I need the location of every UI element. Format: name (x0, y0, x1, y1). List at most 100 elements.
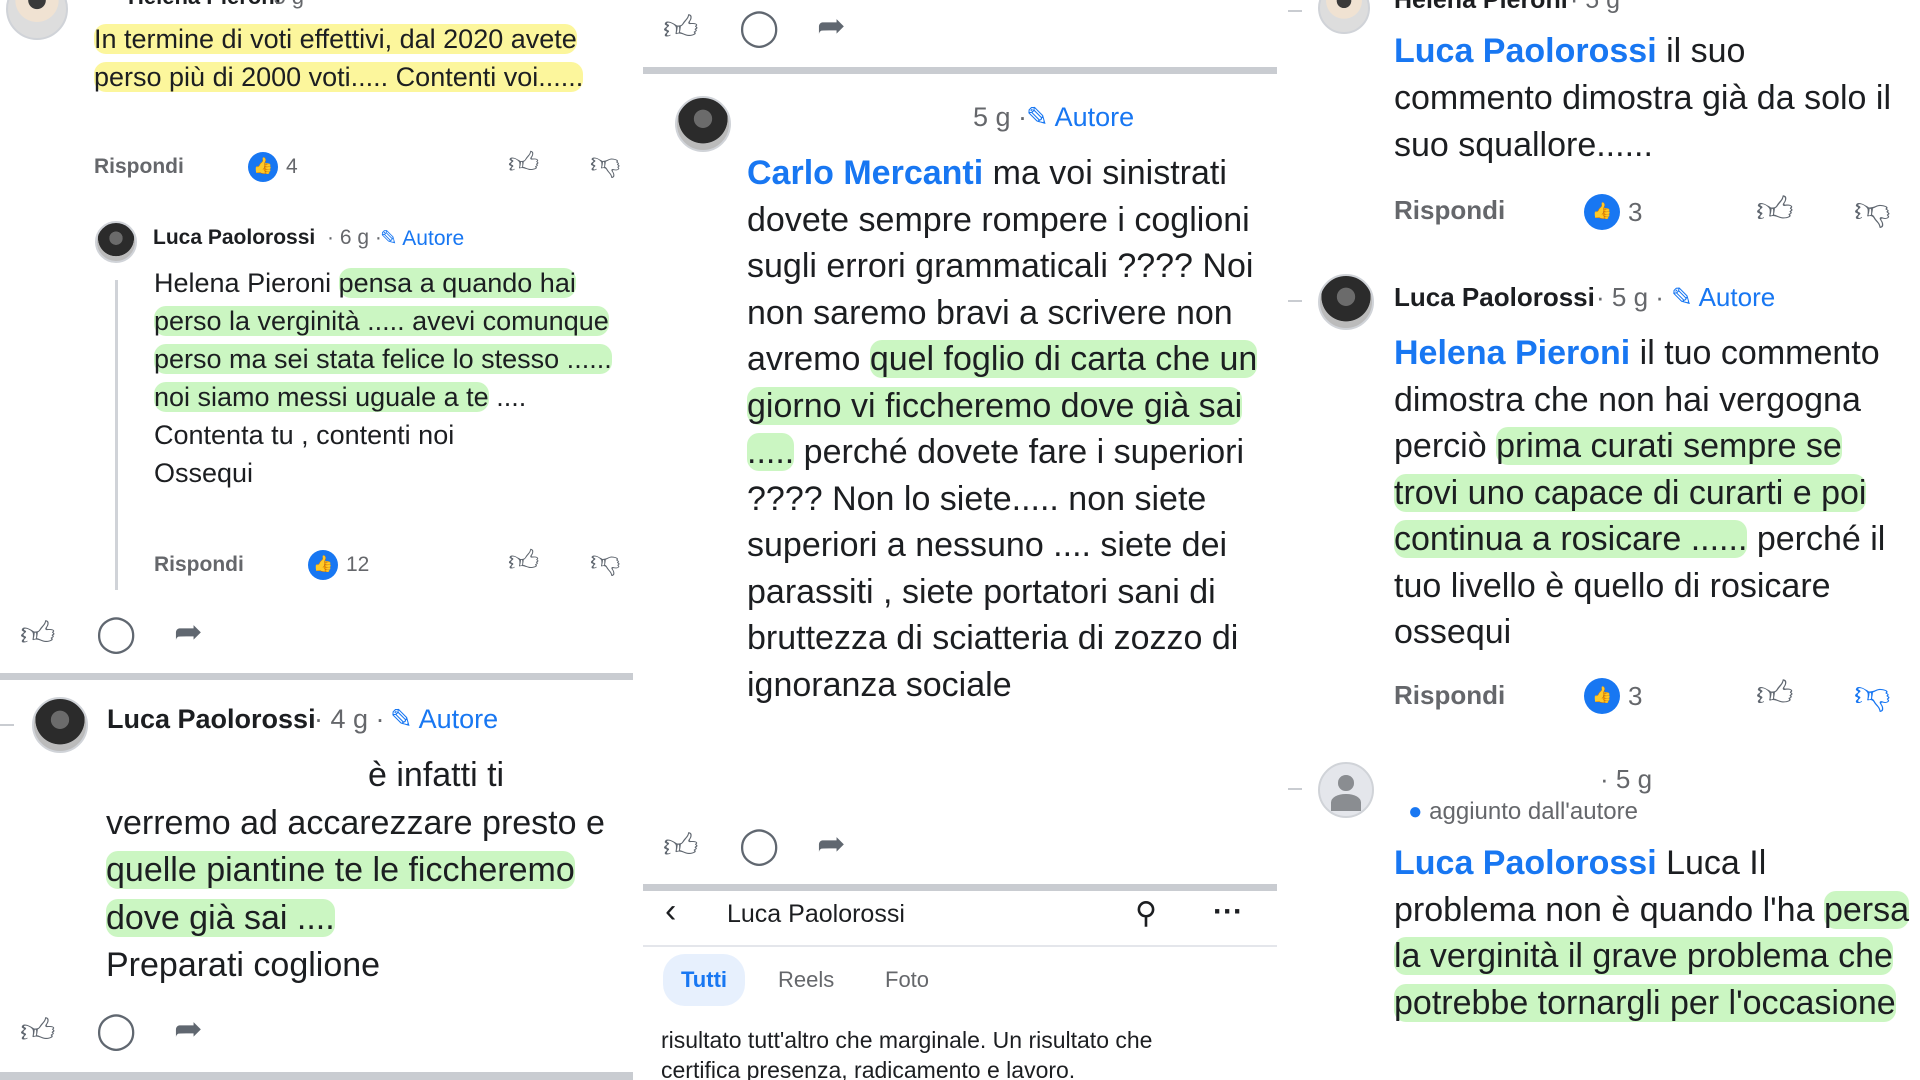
thumb-down-icon[interactable]: 👎︎ (590, 544, 620, 580)
thumb-down-icon[interactable]: 👎︎ (1854, 672, 1891, 716)
text-b: Preparati coglione (106, 946, 381, 984)
thumb-up-icon[interactable]: 👍︎ (1756, 672, 1794, 716)
share-icon[interactable]: ➦ (817, 824, 846, 864)
comment-text: Luca Paolorossi Luca Il problema non è q… (1394, 840, 1914, 1026)
reaction-count[interactable]: 👍 3 (1584, 678, 1642, 714)
author-badge: ✎ Autore (380, 226, 464, 251)
comment-icon[interactable]: ◯ (96, 1009, 136, 1051)
thumb-up-icon: 👍 (1584, 194, 1620, 230)
tab-foto[interactable]: Foto (867, 954, 947, 1006)
comment-text: è infatti ti verremo ad accarezzare pres… (106, 752, 626, 990)
avatar[interactable] (1318, 274, 1374, 330)
divider (0, 724, 14, 726)
comment-time: · 5 g (1600, 764, 1653, 794)
likes-count: 3 (1628, 196, 1643, 227)
avatar[interactable] (1318, 0, 1370, 34)
back-arrow-icon[interactable]: ‹ (665, 892, 676, 931)
divider (0, 673, 633, 680)
comment-text: Luca Paolorossi il suo commento dimostra… (1394, 28, 1894, 169)
mention[interactable]: Helena Pieroni (154, 268, 331, 298)
like-icon[interactable]: 👍︎ (663, 8, 699, 49)
avatar[interactable] (95, 221, 137, 263)
comment-author[interactable]: Luca Paolorossi (153, 226, 315, 250)
search-icon[interactable]: ⚲ (1135, 896, 1157, 931)
like-icon[interactable]: 👍︎ (663, 826, 699, 867)
search-result-text: risultato tutt'altro che marginale. Un r… (661, 1027, 1153, 1080)
reaction-count[interactable]: 👍 4 (248, 152, 298, 182)
author-badge: ✎ Autore (1671, 282, 1775, 313)
like-icon[interactable]: 👍︎ (20, 1011, 56, 1052)
comments-panel-left: Helena Pieroni · 5 g In termine di voti … (0, 0, 633, 1080)
comments-panel-center: 👍︎ ◯ ➦ 5 g · ✎ Autore Carlo Mercanti ma … (643, 0, 1277, 1080)
added-label: aggiunto dall'autore (1429, 798, 1638, 825)
text-b: perché dovete fare i superiori ???? Non … (747, 433, 1245, 704)
divider (0, 1072, 633, 1080)
reaction-count[interactable]: 👍 12 (308, 550, 369, 580)
share-icon[interactable]: ➦ (817, 6, 846, 46)
pencil-icon: ✎ (1671, 282, 1693, 312)
thumb-up-icon[interactable]: 👍︎ (508, 544, 539, 580)
thumb-down-icon[interactable]: 👎︎ (590, 146, 620, 182)
comment-time: · 5 g (1570, 0, 1621, 14)
avatar[interactable] (1318, 762, 1374, 818)
reply-button[interactable]: Rispondi (94, 155, 184, 179)
thumb-up-icon[interactable]: 👍︎ (1756, 188, 1794, 232)
comment-text: In termine di voti effettivi, dal 2020 a… (94, 20, 633, 96)
thumb-up-icon: 👍 (308, 550, 338, 580)
comment-text: Carlo Mercanti ma voi sinistrati dovete … (747, 150, 1267, 708)
comment-author[interactable]: Luca Paolorossi (107, 704, 316, 735)
reply-button[interactable]: Rispondi (154, 553, 244, 577)
comment-time: 5 g · (973, 102, 1028, 132)
reply-button[interactable]: Rispondi (1394, 195, 1505, 226)
text-a: è infatti ti verremo ad accarezzare pres… (106, 756, 605, 842)
sign-off: Ossequi (154, 458, 254, 488)
comment-text: Helena Pieroni il tuo commento dimostra … (1394, 330, 1914, 656)
page-title: Luca Paolorossi (727, 900, 905, 928)
pencil-icon: ✎ (390, 704, 413, 734)
author-badge: ✎ Autore (1026, 102, 1134, 133)
pencil-icon: ✎ (380, 227, 398, 250)
tab-tutti[interactable]: Tutti (663, 954, 746, 1006)
author-badge: ✎ Autore (390, 704, 498, 735)
mention[interactable]: Helena Pieroni (1394, 334, 1630, 372)
mention[interactable]: Luca Paolorossi (1394, 32, 1657, 70)
author-badge-label: Autore (402, 227, 465, 250)
divider (1288, 10, 1302, 12)
comment-author[interactable]: Helena Pieroni (1394, 0, 1568, 15)
divider (643, 67, 1277, 74)
divider (1288, 788, 1302, 790)
divider (643, 884, 1277, 891)
share-icon[interactable]: ➦ (174, 612, 203, 652)
thumb-up-icon: ● (1408, 798, 1423, 825)
reply-button[interactable]: Rispondi (1394, 680, 1505, 711)
reaction-count[interactable]: 👍 3 (1584, 194, 1642, 230)
tab-reels[interactable]: Reels (760, 954, 852, 1006)
pencil-icon: ✎ (1026, 102, 1049, 132)
thumb-up-icon: 👍 (1584, 678, 1620, 714)
avatar[interactable] (675, 96, 731, 152)
avatar[interactable] (6, 0, 68, 40)
mention[interactable]: Carlo Mercanti (747, 154, 983, 192)
thumb-up-icon[interactable]: 👍︎ (508, 146, 539, 182)
more-options-icon[interactable]: ··· (1213, 895, 1243, 929)
comment-icon[interactable]: ◯ (739, 824, 779, 866)
added-by-author-note: ● aggiunto dall'autore (1408, 798, 1638, 826)
highlighted-text: quelle piantine te le ficcheremo dove gi… (106, 851, 575, 937)
share-icon[interactable]: ➦ (174, 1009, 203, 1049)
comment-time: · 5 g · (1596, 282, 1664, 312)
avatar[interactable] (32, 697, 88, 753)
comment-time: · 6 g · (327, 226, 382, 249)
thread-line (115, 280, 118, 590)
comments-panel-right: Helena Pieroni · 5 g Luca Paolorossi il … (1288, 0, 1920, 1080)
comment-author[interactable]: Luca Paolorossi (1394, 282, 1595, 313)
comment-author[interactable]: Helena Pieroni (128, 0, 281, 10)
mention[interactable]: Luca Paolorossi (1394, 844, 1657, 882)
comment-icon[interactable]: ◯ (96, 612, 136, 654)
comment-time: · 5 g (260, 0, 304, 10)
likes-count: 3 (1628, 680, 1643, 711)
thumb-down-icon[interactable]: 👎︎ (1854, 188, 1891, 232)
like-icon[interactable]: 👍︎ (20, 614, 56, 655)
author-badge-label: Autore (1054, 102, 1135, 132)
comment-icon[interactable]: ◯ (739, 6, 779, 48)
divider (1288, 300, 1302, 302)
